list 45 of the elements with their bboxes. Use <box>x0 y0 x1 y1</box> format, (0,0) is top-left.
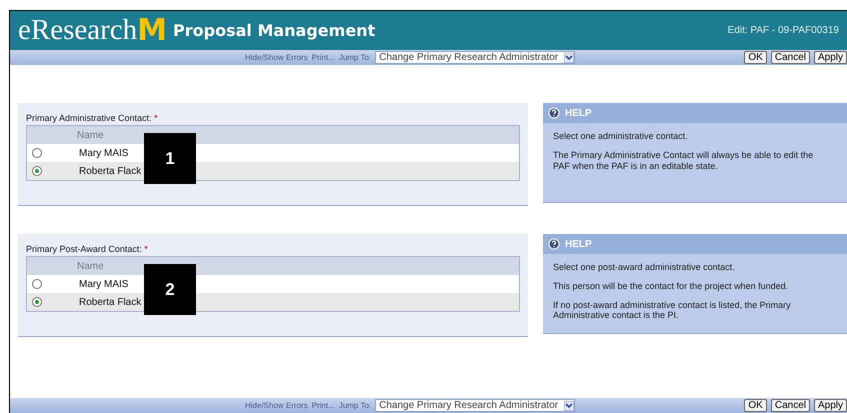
help-icon <box>548 238 560 250</box>
help-title: HELP <box>565 108 592 118</box>
toolbar-button[interactable]: Apply <box>814 51 847 64</box>
field-label: Primary Post-Award Contact: * <box>26 244 149 254</box>
page-context: Edit: PAF - 09-PAF00319 <box>728 25 839 36</box>
help-text: Select one post-award administrative contact. <box>553 262 736 273</box>
toolbar-button[interactable]: OK <box>744 51 767 64</box>
jump-label: Jump To: <box>338 53 372 62</box>
toolbar-button[interactable]: Cancel <box>770 399 810 412</box>
radio-button[interactable] <box>32 279 42 289</box>
caret-icon <box>564 52 574 62</box>
required-mark: * <box>144 244 148 254</box>
toolbar-link[interactable]: Print... <box>312 401 335 410</box>
contact-name: Mary MAIS <box>79 278 128 290</box>
help-icon <box>548 107 560 119</box>
jump-dropdown[interactable]: Change Primary Research Administrator <box>375 399 576 412</box>
radio-button[interactable] <box>32 148 42 158</box>
help-text: This person will be the contact for the project when funded. <box>553 280 790 292</box>
caret-icon <box>564 400 574 410</box>
toolbar-button[interactable]: OK <box>744 399 767 412</box>
app-title: Proposal Management <box>173 21 376 40</box>
logo-text: eResearch <box>18 14 138 47</box>
toolbar-button[interactable]: Cancel <box>770 51 810 64</box>
radio-button[interactable] <box>32 166 42 176</box>
column-header: Name <box>77 130 104 140</box>
logo-letter: M <box>137 16 168 46</box>
callout-badge: 1 <box>144 133 196 184</box>
jump-dropdown[interactable]: Change Primary Research Administrator <box>375 51 576 64</box>
field-label: Primary Administrative Contact: * <box>26 113 159 123</box>
help-text: If no post-award administrative contact is listed, the Primary Administrative contact is the PI. <box>553 300 792 322</box>
jump-label: Jump To: <box>338 401 372 410</box>
contact-name: Mary MAIS <box>79 148 128 158</box>
help-text: The Primary Administrative Contact will always be able to edit the PAF when the PAF is in an editable state. <box>553 150 814 172</box>
contact-name: Roberta Flack <box>79 166 142 176</box>
toolbar-button[interactable]: Apply <box>814 399 847 412</box>
contact-name: Roberta Flack <box>79 296 142 308</box>
help-text: Select one administrative contact. <box>553 131 689 142</box>
required-mark: * <box>154 113 158 123</box>
radio-button[interactable] <box>32 297 42 307</box>
toolbar-link[interactable]: Hide/Show Errors <box>245 53 308 62</box>
toolbar-link[interactable]: Hide/Show Errors <box>245 401 308 410</box>
help-title: HELP <box>565 238 592 250</box>
callout-badge: 2 <box>144 264 196 315</box>
toolbar-link[interactable]: Print... <box>312 53 335 62</box>
column-header: Name <box>77 260 104 272</box>
